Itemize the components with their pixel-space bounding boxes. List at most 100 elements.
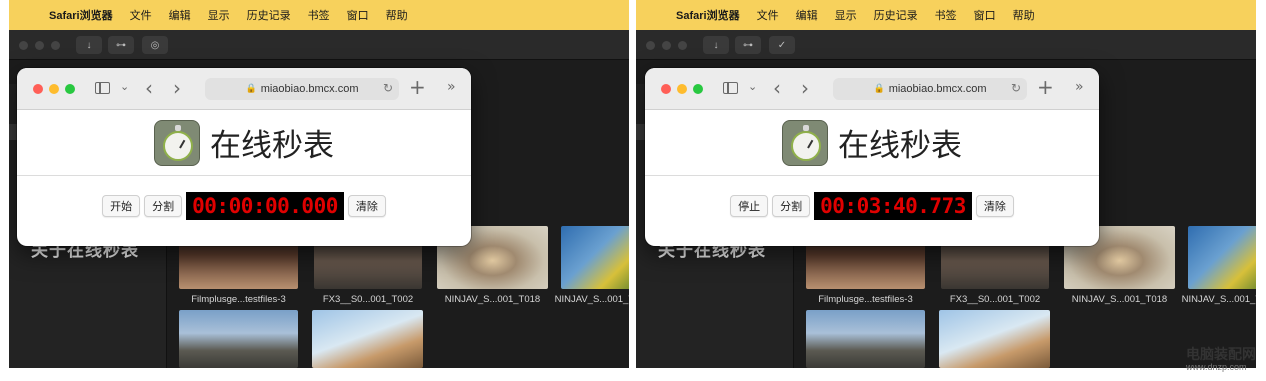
stopwatch-controls: 开始 分割 00:00:00.000 清除 — [17, 192, 471, 220]
clip-caption: NINJAV_S...001_T0 — [554, 294, 629, 305]
clip-caption: Filmplusge...testfiles-3 — [818, 294, 913, 305]
stopwatch-icon — [782, 119, 828, 166]
menu-file[interactable]: 文件 — [757, 7, 779, 23]
window-close-dot-inactive[interactable] — [646, 41, 655, 50]
page-title: 在线秒表 — [210, 128, 334, 164]
lock-icon: 🔒 — [245, 84, 257, 94]
url-text: miaobiao.bmcx.com — [260, 83, 359, 95]
split-button[interactable]: 分割 — [144, 195, 183, 217]
screenshot-panel-left: Safari浏览器 文件 编辑 显示 历史记录 书签 窗口 帮助 ↓ ⊶ ◎ 关… — [9, 0, 629, 368]
clip-image — [561, 226, 629, 289]
new-tab-icon[interactable]: + — [409, 75, 426, 99]
watermark-url: www.dnzp.com — [1186, 362, 1247, 372]
clip-thumbnail[interactable] — [179, 310, 298, 368]
back-icon[interactable]: ‹ — [145, 76, 153, 100]
stop-button[interactable]: 停止 — [730, 195, 769, 217]
close-button[interactable] — [33, 84, 43, 94]
zoom-button[interactable] — [693, 84, 703, 94]
url-text: miaobiao.bmcx.com — [888, 83, 987, 95]
menu-history[interactable]: 历史记录 — [874, 7, 918, 23]
clip-image — [312, 310, 423, 368]
menu-bar: Safari浏览器 文件 编辑 显示 历史记录 书签 窗口 帮助 — [636, 0, 1256, 30]
clip-image — [1188, 226, 1256, 289]
overflow-icon[interactable]: » — [1075, 79, 1084, 95]
reload-icon[interactable]: ↻ — [1011, 81, 1021, 95]
check-icon[interactable]: ✓ — [769, 36, 795, 54]
clear-button[interactable]: 清除 — [975, 195, 1014, 217]
start-button[interactable]: 开始 — [102, 195, 141, 217]
menu-app-safari[interactable]: Safari浏览器 — [676, 7, 740, 23]
clip-thumbnail[interactable] — [312, 310, 423, 368]
safari-toolbar: ⌄ ‹ › 🔒 miaobiao.bmcx.com ↻ + » — [645, 68, 1099, 110]
sidebar-icon[interactable] — [723, 82, 738, 94]
background-app-toolbar: ↓ ⊶ ◎ — [9, 30, 629, 60]
page-title: 在线秒表 — [838, 128, 962, 164]
clear-button[interactable]: 清除 — [347, 195, 386, 217]
address-bar[interactable]: 🔒 miaobiao.bmcx.com ↻ — [205, 78, 399, 100]
clip-image — [806, 310, 925, 368]
menu-app-safari[interactable]: Safari浏览器 — [49, 7, 113, 23]
clip-caption: FX3__S0...001_T002 — [949, 294, 1041, 305]
reload-icon[interactable]: ↻ — [383, 81, 393, 95]
watermark-text: 电脑装配网 — [1186, 346, 1256, 362]
lock-icon: 🔒 — [873, 84, 885, 94]
clip-caption: FX3__S0...001_T002 — [322, 294, 414, 305]
menu-help[interactable]: 帮助 — [1013, 7, 1035, 23]
menu-view[interactable]: 显示 — [835, 7, 857, 23]
stopwatch-controls: 停止 分割 00:03:40.773 清除 — [645, 192, 1099, 220]
clip-thumbnail[interactable] — [806, 310, 925, 368]
safari-window: ⌄ ‹ › 🔒 miaobiao.bmcx.com ↻ + » 在线秒表 开始 … — [17, 68, 471, 246]
window-minimize-dot-inactive[interactable] — [35, 41, 44, 50]
menu-edit[interactable]: 编辑 — [796, 7, 818, 23]
download-icon[interactable]: ↓ — [703, 36, 729, 54]
menu-window[interactable]: 窗口 — [347, 7, 369, 23]
menu-history[interactable]: 历史记录 — [247, 7, 291, 23]
zoom-button[interactable] — [65, 84, 75, 94]
menu-bookmarks[interactable]: 书签 — [308, 7, 330, 23]
clip-thumbnail[interactable]: NINJAV_S...001_T0 — [555, 226, 629, 305]
clip-image — [939, 310, 1050, 368]
address-bar[interactable]: 🔒 miaobiao.bmcx.com ↻ — [833, 78, 1027, 100]
background-app-toolbar: ↓ ⊶ ✓ — [636, 30, 1256, 60]
back-icon[interactable]: ‹ — [773, 76, 781, 100]
clip-image — [179, 310, 298, 368]
new-tab-icon[interactable]: + — [1037, 75, 1054, 99]
safari-window: ⌄ ‹ › 🔒 miaobiao.bmcx.com ↻ + » 在线秒表 停止 … — [645, 68, 1099, 246]
clip-thumbnail[interactable]: NINJAV_S...001_T0 — [1182, 226, 1256, 305]
window-zoom-dot-inactive[interactable] — [51, 41, 60, 50]
window-minimize-dot-inactive[interactable] — [662, 41, 671, 50]
download-icon[interactable]: ↓ — [76, 36, 102, 54]
chevron-down-icon[interactable]: ⌄ — [748, 80, 757, 93]
clip-caption: NINJAV_S...001_T018 — [1071, 294, 1168, 305]
window-close-dot-inactive[interactable] — [19, 41, 28, 50]
sidebar-icon[interactable] — [95, 82, 110, 94]
menu-view[interactable]: 显示 — [208, 7, 230, 23]
menu-bookmarks[interactable]: 书签 — [935, 7, 957, 23]
clip-thumbnail[interactable] — [939, 310, 1050, 368]
overflow-icon[interactable]: » — [447, 79, 456, 95]
safari-toolbar: ⌄ ‹ › 🔒 miaobiao.bmcx.com ↻ + » — [17, 68, 471, 110]
forward-icon[interactable]: › — [801, 76, 809, 100]
page-header: 在线秒表 — [17, 110, 471, 176]
key-icon[interactable]: ⊶ — [735, 36, 761, 54]
split-button[interactable]: 分割 — [772, 195, 811, 217]
clip-caption: Filmplusge...testfiles-3 — [191, 294, 286, 305]
menu-help[interactable]: 帮助 — [386, 7, 408, 23]
key-icon[interactable]: ⊶ — [108, 36, 134, 54]
menu-window[interactable]: 窗口 — [974, 7, 996, 23]
menu-edit[interactable]: 编辑 — [169, 7, 191, 23]
chevron-down-icon[interactable]: ⌄ — [120, 80, 129, 93]
menu-file[interactable]: 文件 — [130, 7, 152, 23]
timer-display: 00:00:00.000 — [186, 192, 344, 220]
window-zoom-dot-inactive[interactable] — [678, 41, 687, 50]
close-button[interactable] — [661, 84, 671, 94]
screenshot-panel-right: Safari浏览器 文件 编辑 显示 历史记录 书签 窗口 帮助 ↓ ⊶ ✓ 关… — [636, 0, 1256, 368]
stopwatch-icon — [154, 119, 200, 166]
minimize-button[interactable] — [49, 84, 59, 94]
menu-bar: Safari浏览器 文件 编辑 显示 历史记录 书签 窗口 帮助 — [9, 0, 629, 30]
clip-caption: NINJAV_S...001_T0 — [1181, 294, 1256, 305]
minimize-button[interactable] — [677, 84, 687, 94]
timer-display: 00:03:40.773 — [814, 192, 972, 220]
forward-icon[interactable]: › — [173, 76, 181, 100]
check-icon[interactable]: ◎ — [142, 36, 168, 54]
